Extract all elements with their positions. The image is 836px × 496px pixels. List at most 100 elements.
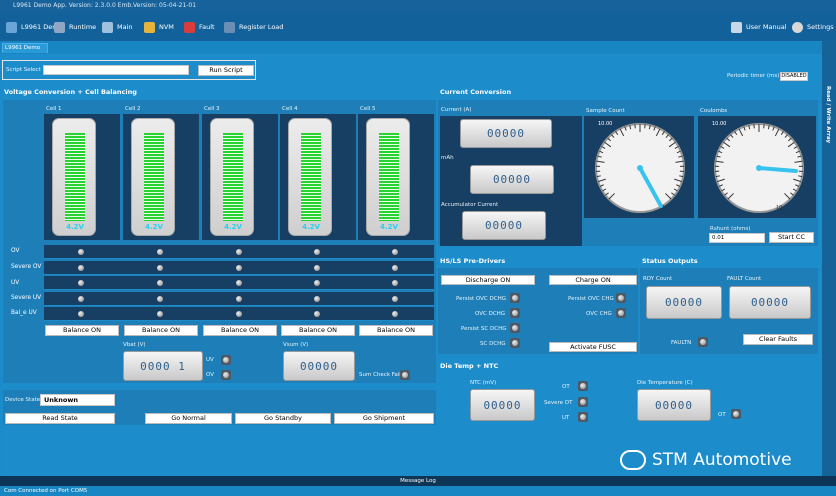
rshunt-input[interactable]: 0.01	[709, 233, 765, 243]
balance-on-button-cell-3[interactable]: Balance ON	[203, 325, 277, 336]
wechat-icon	[620, 450, 646, 470]
toolbar-settings-button[interactable]: Settings	[792, 21, 834, 33]
status-led	[392, 311, 398, 317]
activate-fusc-button[interactable]: Activate FUSC	[549, 342, 637, 352]
ovc-chg-label: OVC CHG	[586, 311, 612, 317]
status-row	[44, 245, 434, 259]
die-temperature-display: 00000	[637, 389, 711, 421]
status-led	[314, 280, 320, 286]
toolbar: L9961 Demo Runtime Main NVM Fault Regist…	[0, 12, 836, 41]
status-led	[314, 249, 320, 255]
toolbar-main-button[interactable]: Main	[102, 21, 133, 33]
device-state-label: Device State	[5, 397, 41, 403]
sample-count-label: Sample Count	[586, 108, 625, 114]
charge-on-button[interactable]: Charge ON	[549, 275, 637, 285]
faultn-label: FAULTN	[671, 340, 692, 346]
go-shipment-button[interactable]: Go Shipment	[334, 413, 434, 424]
toolbar-register-load-button[interactable]: Register Load	[224, 21, 283, 33]
status-led	[78, 249, 84, 255]
sc-dchg-led	[510, 338, 520, 348]
sum-check-fail-label: Sum Check Fail	[359, 372, 401, 378]
toolbar-main-label: Main	[117, 23, 133, 31]
die-ot-led	[731, 409, 741, 419]
current-label: Current (A)	[441, 107, 472, 113]
toolbar-nvm-button[interactable]: NVM	[144, 21, 174, 33]
fault-count-label: FAULT Count	[727, 276, 762, 282]
persist-sc-dchg-label: Persist SC DCHG	[461, 326, 507, 332]
gear-icon	[792, 21, 803, 33]
balance-on-button-cell-1[interactable]: Balance ON	[45, 325, 119, 336]
sample-count-tick: 10	[662, 205, 669, 211]
vbat-uv-led	[221, 355, 231, 365]
status-led	[78, 280, 84, 286]
persist-ovc-dchg-label: Persist OVC DCHG	[456, 296, 506, 302]
vbat-display: 0000 1	[123, 351, 203, 381]
accumulator-current-label: Accumulator Current	[441, 202, 499, 208]
monitor-icon	[6, 21, 17, 33]
ntc-label: NTC (mV)	[470, 380, 497, 386]
ovc-dchg-label: OVC DCHG	[475, 311, 506, 317]
status-led	[157, 280, 163, 286]
current-display: 00000	[460, 119, 552, 148]
tab-l9961-demo[interactable]: L9961 Demo	[2, 43, 48, 53]
row-label-ov: OV	[11, 248, 20, 254]
faultn-led	[698, 337, 708, 347]
status-led	[392, 295, 398, 302]
vsum-display: 00000	[283, 351, 355, 381]
cell-name-3: Cell 3	[204, 106, 220, 112]
toolbar-user-manual-label: User Manual	[746, 23, 787, 31]
cell-voltage: 4.2V	[145, 223, 163, 231]
cell-voltage: 4.2V	[66, 223, 84, 231]
battery-level-bars	[144, 133, 164, 221]
balance-on-button-cell-2[interactable]: Balance ON	[124, 325, 198, 336]
status-led	[236, 264, 242, 271]
sample-count-gauge	[595, 123, 685, 213]
status-led	[157, 311, 163, 317]
toolbar-user-manual-button[interactable]: User Manual	[731, 21, 787, 33]
row-label-uv: UV	[11, 280, 20, 286]
ut-led	[578, 412, 588, 422]
severe-ot-label: Severe OT	[544, 400, 573, 406]
window-title: L9961 Demo App. Version: 2.3.0.0 Emb.Ver…	[0, 0, 836, 12]
status-led	[314, 311, 320, 317]
balance-on-button-cell-5[interactable]: Balance ON	[359, 325, 433, 336]
toolbar-runtime-button[interactable]: Runtime	[54, 21, 96, 33]
tab-bar	[0, 41, 836, 54]
persist-sc-dchg-led	[510, 323, 520, 333]
sum-check-fail-led	[400, 370, 410, 380]
side-tab-label: Read / Write Array	[825, 86, 831, 144]
coulombs-tick: 10	[776, 205, 783, 211]
rdy-count-value: 00000	[664, 296, 704, 309]
script-select-label: Script Select	[6, 67, 41, 73]
vbat-ov-label: OV	[206, 372, 214, 378]
clear-faults-button[interactable]: Clear Faults	[743, 334, 813, 345]
run-script-button[interactable]: Run Script	[198, 65, 254, 76]
mah-value: 00000	[492, 173, 532, 186]
script-select-input[interactable]	[43, 65, 189, 75]
go-standby-button[interactable]: Go Standby	[235, 413, 331, 424]
start-cc-button[interactable]: Start CC	[769, 232, 814, 243]
ot-label: OT	[562, 384, 570, 390]
watermark-text: STM Automotive	[652, 450, 792, 470]
cell-voltage: 4.2V	[224, 223, 242, 231]
sc-dchg-label: SC DCHG	[480, 341, 506, 347]
ntc-display: 00000	[470, 389, 535, 421]
read-state-button[interactable]: Read State	[5, 413, 115, 424]
toolbar-runtime-label: Runtime	[69, 23, 97, 31]
status-led	[314, 264, 320, 271]
die-temperature-label: Die Temperature (C)	[637, 380, 693, 386]
discharge-on-button[interactable]: Discharge ON	[441, 275, 535, 285]
toolbar-fault-button[interactable]: Fault	[184, 21, 215, 33]
status-led	[236, 311, 242, 317]
periodic-timer-input[interactable]: DISABLED	[780, 72, 808, 81]
message-log-bar[interactable]: Message Log	[0, 476, 836, 486]
periodic-timer-label: Periodic timer (ms)	[727, 73, 780, 79]
cell-name-1: Cell 1	[46, 106, 62, 112]
persist-ovc-dchg-led	[510, 293, 520, 303]
battery-icon: 4.2V	[366, 118, 410, 236]
read-write-array-tab[interactable]: Read / Write Array	[822, 41, 836, 476]
go-normal-button[interactable]: Go Normal	[145, 413, 232, 424]
status-led	[157, 264, 163, 271]
balance-on-button-cell-4[interactable]: Balance ON	[281, 325, 355, 336]
status-row	[44, 307, 434, 321]
